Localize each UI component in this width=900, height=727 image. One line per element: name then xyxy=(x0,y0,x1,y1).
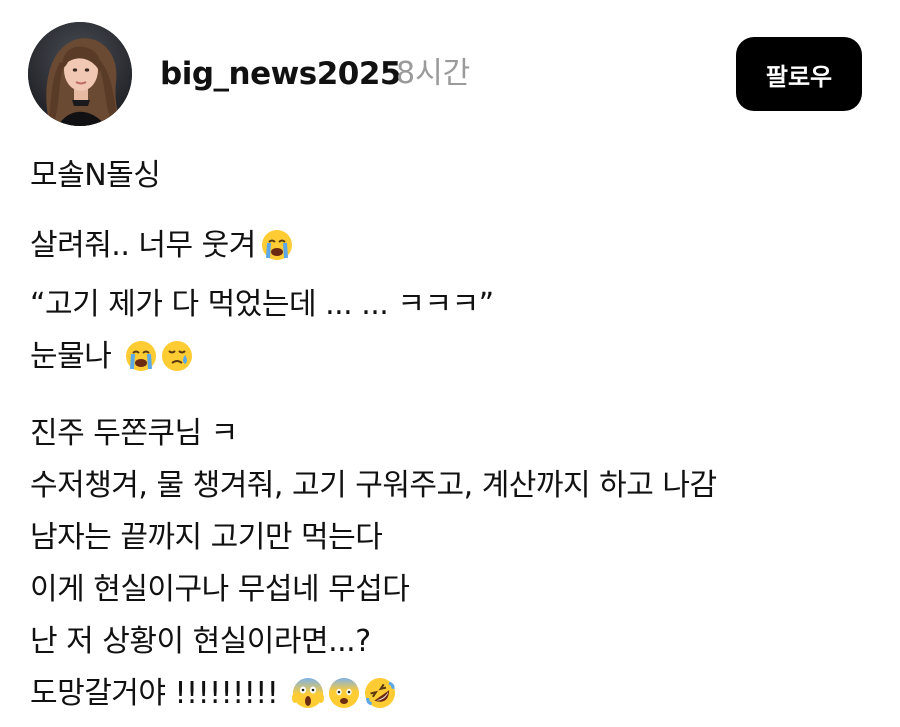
post-title-line: 모솔N돌싱 xyxy=(30,150,880,202)
avatar[interactable] xyxy=(28,22,132,126)
text-line: 눈물나 xyxy=(30,331,880,390)
text-line-content: 이게 현실이구나 무섭네 무섭다 xyxy=(30,572,410,607)
loudly-crying-face-icon xyxy=(124,338,158,390)
text-line: 살려줘.. 너무 웃겨 xyxy=(30,220,880,279)
text-line-content: 진주 두쫀쿠님 ㅋ xyxy=(30,416,238,451)
text-line-content: 난 저 상황이 현실이라면...? xyxy=(30,624,371,659)
text-line: 난 저 상황이 현실이라면...? xyxy=(30,616,880,668)
text-line-content: 수저챙겨, 물 챙겨줘, 고기 구워주고, 계산까지 하고 나감 xyxy=(30,468,717,503)
text-line: “고기 제가 다 먹었는데 ... ... ㅋㅋㅋ” xyxy=(30,279,880,331)
username[interactable]: big_news2025 xyxy=(160,56,401,92)
loudly-crying-face-icon xyxy=(260,227,294,279)
post-body: 모솔N돌싱 살려줘.. 너무 웃겨 “고기 제가 다 먹었는데 ... ... … xyxy=(30,150,880,727)
text-line: 도망갈거야 !!!!!!!!! xyxy=(30,668,880,727)
text-line-content: “고기 제가 다 먹었는데 ... ... ㅋㅋㅋ” xyxy=(30,287,494,322)
text-line: 수저챙겨, 물 챙겨줘, 고기 구워주고, 계산까지 하고 나감 xyxy=(30,460,880,512)
face-holding-back-tears-icon xyxy=(160,338,194,390)
text-line: 남자는 끝까지 고기만 먹는다 xyxy=(30,512,880,564)
text-line-content: 남자는 끝까지 고기만 먹는다 xyxy=(30,520,383,555)
post: big_news2025 8시간 팔로우 모솔N돌싱 살려줘.. 너무 웃겨 “… xyxy=(0,0,900,711)
anxious-face-icon xyxy=(327,675,361,727)
post-time: 8시간 xyxy=(396,56,471,91)
rolling-on-floor-laughing-icon xyxy=(363,675,397,727)
text-line: 진주 두쫀쿠님 ㅋ xyxy=(30,408,880,460)
text-line: 모솔N돌싱 xyxy=(30,158,161,193)
text-line-content: 눈물나 xyxy=(30,339,121,374)
follow-button[interactable]: 팔로우 xyxy=(736,37,862,111)
text-line: 이게 현실이구나 무섭네 무섭다 xyxy=(30,564,880,616)
text-line-content: 살려줘.. 너무 웃겨 xyxy=(30,228,256,263)
text-line-content: 도망갈거야 !!!!!!!!! xyxy=(30,676,288,711)
face-screaming-in-fear-icon xyxy=(291,675,325,727)
